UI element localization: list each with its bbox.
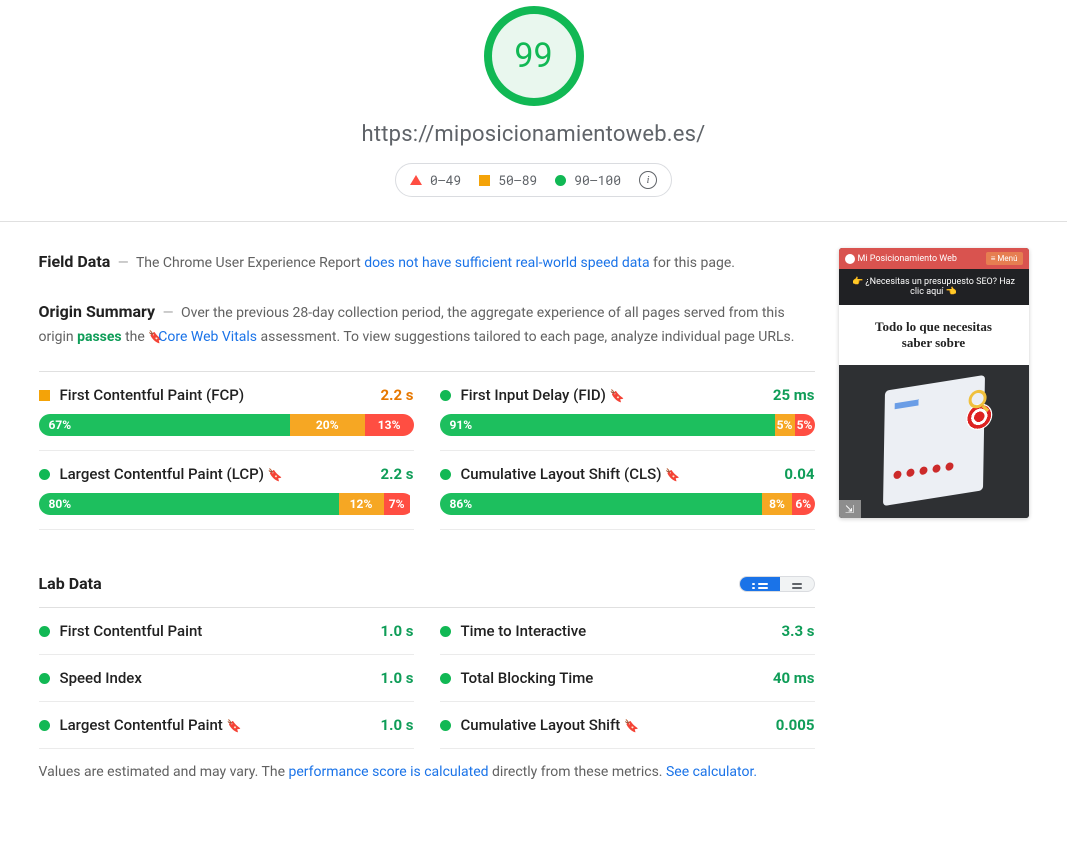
distribution-bar: 67%20%13% bbox=[39, 414, 414, 436]
metric-value: 3.3 s bbox=[782, 622, 815, 640]
bookmark-icon: 🔖 bbox=[227, 719, 237, 733]
metric-name: Largest Contentful Paint 🔖 bbox=[60, 716, 371, 734]
bookmark-icon: 🔖 bbox=[624, 719, 634, 733]
metric-name: First Input Delay (FID) 🔖 bbox=[461, 386, 763, 404]
metric-name: Cumulative Layout Shift 🔖 bbox=[461, 716, 766, 734]
field-data-section: Field Data — The Chrome User Experience … bbox=[39, 248, 815, 276]
metric-name: Time to Interactive bbox=[461, 622, 772, 640]
metric-name: Largest Contentful Paint (LCP) 🔖 bbox=[60, 465, 371, 483]
metric-value: 2.2 s bbox=[381, 386, 414, 404]
metric-value: 2.2 s bbox=[381, 465, 414, 483]
lab-metric[interactable]: Largest Contentful Paint 🔖 1.0 s bbox=[39, 702, 414, 749]
lab-metric[interactable]: Speed Index 1.0 s bbox=[39, 655, 414, 702]
lab-metric[interactable]: Total Blocking Time 40 ms bbox=[440, 655, 815, 702]
bookmark-icon: 🔖 bbox=[148, 327, 158, 347]
metric-value: 1.0 s bbox=[381, 716, 414, 734]
metric-name: Speed Index bbox=[60, 669, 371, 687]
share-icon[interactable]: ⇲ bbox=[839, 500, 861, 518]
page-thumbnail: Mi Posicionamiento Web ≡ Menú 👉 ¿Necesit… bbox=[839, 248, 1029, 518]
square-icon bbox=[479, 175, 490, 186]
status-dot bbox=[440, 390, 451, 401]
bookmark-icon: 🔖 bbox=[665, 468, 675, 482]
bookmark-icon: 🔖 bbox=[610, 389, 620, 403]
distribution-bar: 80%12%7% bbox=[39, 493, 414, 515]
score-calc-link[interactable]: performance score is calculated bbox=[289, 764, 489, 780]
metric-value: 1.0 s bbox=[381, 669, 414, 687]
status-dot bbox=[440, 720, 451, 731]
metric-value: 0.04 bbox=[784, 465, 814, 483]
info-icon[interactable]: i bbox=[639, 171, 657, 189]
bookmark-icon: 🔖 bbox=[268, 468, 278, 482]
score-gauge: 99 bbox=[484, 6, 584, 106]
lab-metric[interactable]: Time to Interactive 3.3 s bbox=[440, 608, 815, 655]
metric-value: 1.0 s bbox=[381, 622, 414, 640]
metric-name: First Contentful Paint bbox=[60, 622, 371, 640]
field-metric[interactable]: Cumulative Layout Shift (CLS) 🔖 0.04 86%8%… bbox=[440, 451, 815, 530]
score-legend: 0–49 50–89 90–100 i bbox=[395, 163, 672, 197]
metric-value: 0.005 bbox=[776, 716, 815, 734]
metric-name: First Contentful Paint (FCP) bbox=[60, 386, 371, 404]
view-toggle[interactable] bbox=[739, 576, 815, 592]
status-dot bbox=[39, 469, 50, 480]
status-dot bbox=[39, 673, 50, 684]
lab-footer-note: Values are estimated and may vary. The p… bbox=[39, 761, 815, 785]
status-dot bbox=[440, 469, 451, 480]
metric-name: Total Blocking Time bbox=[461, 669, 763, 687]
view-toggle-compact[interactable] bbox=[780, 577, 814, 591]
metric-value: 40 ms bbox=[773, 669, 815, 687]
lab-data-title: Lab Data bbox=[39, 574, 102, 593]
metric-value: 25 ms bbox=[773, 386, 815, 404]
distribution-bar: 86%8%6% bbox=[440, 493, 815, 515]
status-dot bbox=[39, 626, 50, 637]
status-dot bbox=[440, 626, 451, 637]
status-dot bbox=[39, 390, 50, 401]
triangle-icon bbox=[410, 175, 422, 185]
field-metric[interactable]: First Contentful Paint (FCP) 2.2 s 67%20%… bbox=[39, 372, 414, 451]
metric-name: Cumulative Layout Shift (CLS) 🔖 bbox=[461, 465, 775, 483]
circle-icon bbox=[555, 175, 566, 186]
see-calculator-link[interactable]: See calculator. bbox=[666, 764, 757, 780]
core-web-vitals-link[interactable]: Core Web Vitals bbox=[158, 329, 257, 345]
tested-url: https://miposicionamientoweb.es/ bbox=[0, 122, 1067, 147]
status-dot bbox=[39, 720, 50, 731]
origin-summary-section: Origin Summary — Over the previous 28-da… bbox=[39, 298, 815, 350]
lab-metric[interactable]: Cumulative Layout Shift 🔖 0.005 bbox=[440, 702, 815, 749]
view-toggle-expanded[interactable] bbox=[740, 577, 780, 591]
field-metric[interactable]: First Input Delay (FID) 🔖 25 ms 91%5%5% bbox=[440, 372, 815, 451]
distribution-bar: 91%5%5% bbox=[440, 414, 815, 436]
insufficient-data-link[interactable]: does not have sufficient real-world spee… bbox=[364, 255, 649, 271]
status-dot bbox=[440, 673, 451, 684]
field-metric[interactable]: Largest Contentful Paint (LCP) 🔖 2.2 s 80%… bbox=[39, 451, 414, 530]
lab-metric[interactable]: First Contentful Paint 1.0 s bbox=[39, 608, 414, 655]
